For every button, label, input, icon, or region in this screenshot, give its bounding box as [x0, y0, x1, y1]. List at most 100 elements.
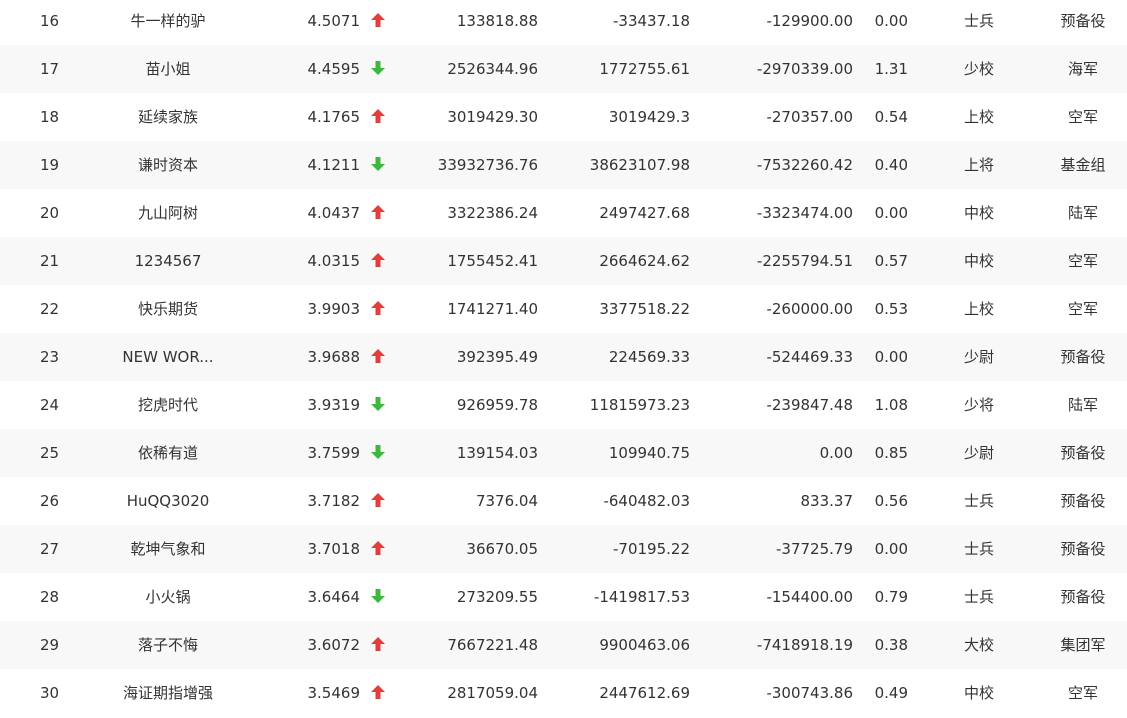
value3-cell: 833.37 [800, 492, 854, 510]
ratio-cell: 1.31 [874, 60, 908, 78]
table-row[interactable]: 17 苗小姐 4.4595 2526344.96 1772755.61 -2970339.… [0, 45, 1127, 93]
name-cell: 谦时资本 [137, 156, 198, 174]
ratio-cell: 0.49 [874, 684, 908, 702]
rank-cell: 28 [40, 588, 60, 606]
table-row[interactable]: 29 落子不悔 3.6072 7667221.48 9900463.06 -7418918… [0, 621, 1127, 669]
trend-cell [370, 141, 386, 189]
table-row[interactable]: 21 1234567 4.0315 1755452.41 2664624.62 -2255… [0, 237, 1127, 285]
rank-title-cell: 中校 [963, 252, 994, 270]
value2-cell: -640482.03 [603, 492, 690, 510]
table-row[interactable]: 27 乾坤气象和 3.7018 36670.05 -70195.22 -37725.79 0… [0, 525, 1127, 573]
rank-cell: 26 [40, 492, 60, 510]
value2-cell: -33437.18 [613, 12, 690, 30]
value3-cell: -2255794.51 [756, 252, 853, 270]
table-row[interactable]: 26 HuQQ3020 3.7182 7376.04 -640482.03 833.37 0… [0, 477, 1127, 525]
trend-cell [370, 621, 386, 669]
rank-cell: 30 [40, 684, 60, 702]
score-cell: 4.5071 [307, 12, 361, 30]
arrow-up-icon [371, 684, 385, 699]
ratio-cell: 1.08 [874, 396, 908, 414]
value1-cell: 133818.88 [456, 12, 538, 30]
rank-cell: 21 [40, 252, 60, 270]
rank-title-cell: 上将 [963, 156, 994, 174]
table-row[interactable]: 20 九山阿树 4.0437 3322386.24 2497427.68 -3323474… [0, 189, 1127, 237]
ratio-cell: 0.00 [874, 348, 908, 366]
value1-cell: 1755452.41 [447, 252, 538, 270]
value1-cell: 139154.03 [456, 444, 538, 462]
ratio-cell: 0.00 [874, 204, 908, 222]
value1-cell: 392395.49 [456, 348, 538, 366]
trend-cell [370, 237, 386, 285]
table-row[interactable]: 25 依稀有道 3.7599 139154.03 109940.75 0.00 0.85 少尉… [0, 429, 1127, 477]
trend-cell [370, 573, 386, 621]
rank-title-cell: 中校 [963, 204, 994, 222]
value2-cell: 11815973.23 [589, 396, 690, 414]
trend-cell [370, 429, 386, 477]
arrow-down-icon [371, 396, 385, 411]
name-cell: NEW WOR... [122, 348, 214, 366]
ratio-cell: 0.85 [874, 444, 908, 462]
value3-cell: 0.00 [819, 444, 853, 462]
name-cell: 落子不悔 [137, 636, 198, 654]
arrow-up-icon [371, 204, 385, 219]
table-row[interactable]: 22 快乐期货 3.9903 1741271.40 3377518.22 -260000.… [0, 285, 1127, 333]
group-cell: 预备役 [1060, 540, 1106, 558]
group-cell: 陆军 [1067, 204, 1098, 222]
value2-cell: 3377518.22 [599, 300, 690, 318]
name-cell: 快乐期货 [137, 300, 198, 318]
rank-title-cell: 士兵 [963, 12, 994, 30]
ratio-cell: 0.53 [874, 300, 908, 318]
value2-cell: 9900463.06 [599, 636, 690, 654]
trend-cell [370, 669, 386, 717]
score-cell: 3.9319 [307, 396, 361, 414]
value1-cell: 273209.55 [456, 588, 538, 606]
score-cell: 4.1211 [307, 156, 361, 174]
value3-cell: -37725.79 [776, 540, 853, 558]
table-row[interactable]: 23 NEW WOR... 3.9688 392395.49 224569.33 -524… [0, 333, 1127, 381]
table-row[interactable]: 18 延续家族 4.1765 3019429.30 3019429.3 -270357.0… [0, 93, 1127, 141]
score-cell: 3.6072 [307, 636, 361, 654]
rank-cell: 29 [40, 636, 60, 654]
rank-title-cell: 士兵 [963, 588, 994, 606]
value2-cell: 109940.75 [608, 444, 690, 462]
rank-title-cell: 少将 [963, 396, 994, 414]
rank-title-cell: 士兵 [963, 492, 994, 510]
table-row[interactable]: 16 牛一样的驴 4.5071 133818.88 -33437.18 -129900.0… [0, 0, 1127, 45]
ratio-cell: 0.79 [874, 588, 908, 606]
name-cell: HuQQ3020 [126, 492, 210, 510]
name-cell: 小火锅 [145, 588, 191, 606]
rank-title-cell: 上校 [963, 300, 994, 318]
table-row[interactable]: 24 挖虎时代 3.9319 926959.78 11815973.23 -239847.… [0, 381, 1127, 429]
trend-cell [370, 285, 386, 333]
ranking-table: 16 牛一样的驴 4.5071 133818.88 -33437.18 -129900.0… [0, 0, 1127, 718]
value1-cell: 33932736.76 [437, 156, 538, 174]
name-cell: 延续家族 [137, 108, 198, 126]
arrow-down-icon [371, 444, 385, 459]
arrow-up-icon [371, 348, 385, 363]
rank-title-cell: 少尉 [963, 444, 994, 462]
ratio-cell: 0.40 [874, 156, 908, 174]
arrow-up-icon [371, 300, 385, 315]
score-cell: 3.7018 [307, 540, 361, 558]
group-cell: 空军 [1067, 108, 1098, 126]
value1-cell: 2817059.04 [447, 684, 538, 702]
ratio-cell: 0.38 [874, 636, 908, 654]
rank-cell: 17 [40, 60, 60, 78]
value1-cell: 926959.78 [456, 396, 538, 414]
value1-cell: 7376.04 [475, 492, 538, 510]
name-cell: 海证期指增强 [122, 684, 213, 702]
value2-cell: -70195.22 [613, 540, 690, 558]
value1-cell: 3019429.30 [447, 108, 538, 126]
value1-cell: 3322386.24 [447, 204, 538, 222]
arrow-down-icon [371, 588, 385, 603]
group-cell: 预备役 [1060, 348, 1106, 366]
trend-cell [370, 333, 386, 381]
table-row[interactable]: 30 海证期指增强 3.5469 2817059.04 2447612.69 -30074… [0, 669, 1127, 717]
score-cell: 3.6464 [307, 588, 361, 606]
ratio-cell: 0.00 [874, 540, 908, 558]
group-cell: 空军 [1067, 252, 1098, 270]
value2-cell: -1419817.53 [593, 588, 690, 606]
table-row[interactable]: 19 谦时资本 4.1211 33932736.76 38623107.98 -75322… [0, 141, 1127, 189]
table-row[interactable]: 28 小火锅 3.6464 273209.55 -1419817.53 -154400.0… [0, 573, 1127, 621]
arrow-up-icon [371, 252, 385, 267]
